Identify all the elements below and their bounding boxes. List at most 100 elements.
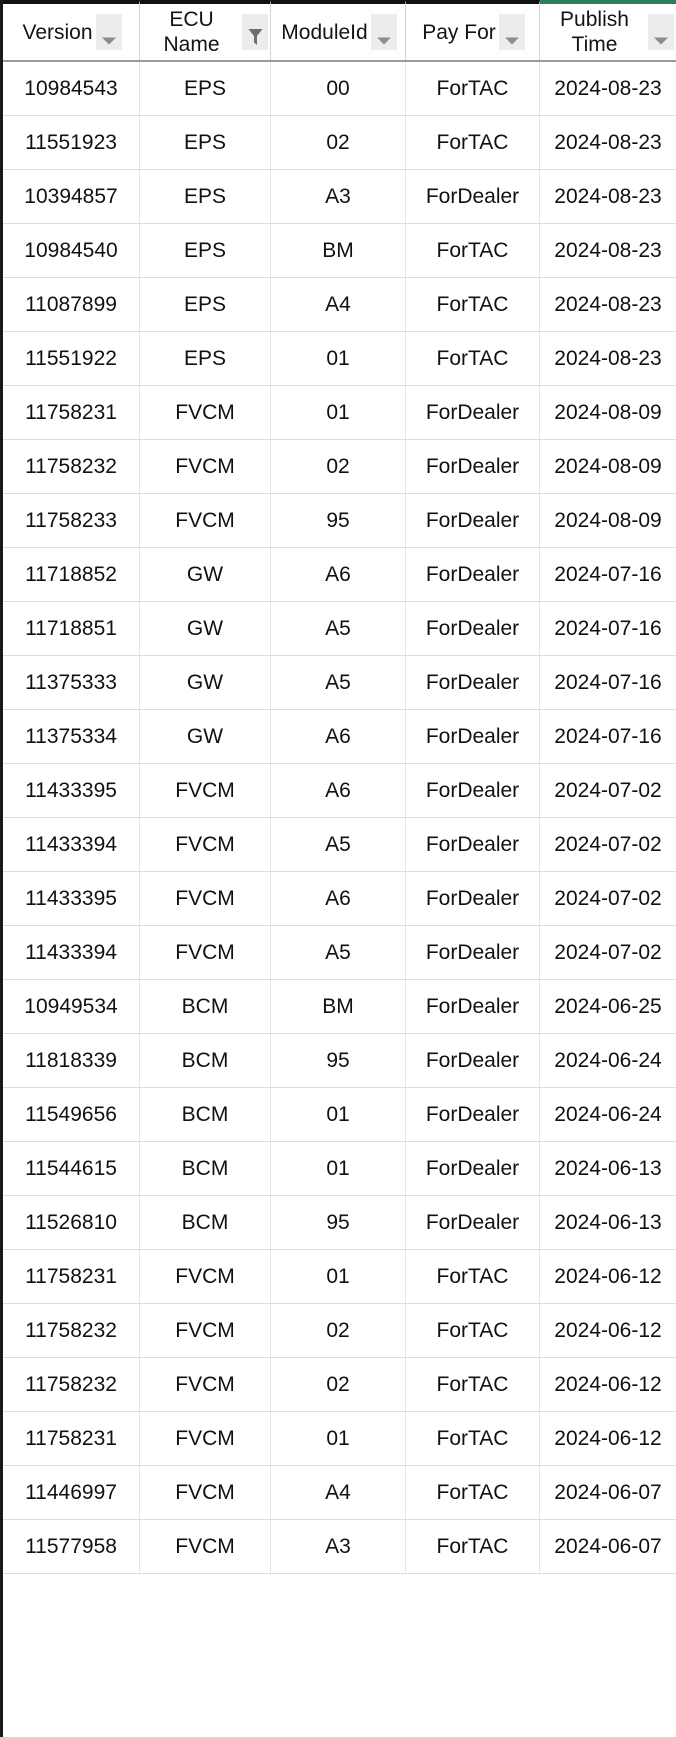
cell-publish-time: 2024-06-13 xyxy=(554,1156,662,1180)
cell-ecu-name: FVCM xyxy=(140,494,271,547)
ecu-version-data-grid: Version ECU Name ModuleId Pay For Publish Ti… xyxy=(0,0,676,1737)
column-header-version[interactable]: Version xyxy=(3,0,140,60)
table-row[interactable]: 11758232 FVCM 02 ForTAC 2024-06-12 xyxy=(3,1358,676,1412)
cell-ecu-name: FVCM xyxy=(140,440,271,493)
table-row[interactable]: 11433394 FVCM A5 ForDealer 2024-07-02 xyxy=(3,926,676,980)
cell-version: 10984543 xyxy=(3,62,140,115)
cell-publish-time: 2024-06-12 xyxy=(554,1426,662,1450)
table-row[interactable]: 11375333 GW A5 ForDealer 2024-07-16 xyxy=(3,656,676,710)
cell-version: 11375334 xyxy=(3,710,140,763)
table-row[interactable]: 11758231 FVCM 01 ForTAC 2024-06-12 xyxy=(3,1250,676,1304)
cell-version: 11446997 xyxy=(3,1466,140,1519)
table-row[interactable]: 11375334 GW A6 ForDealer 2024-07-16 xyxy=(3,710,676,764)
table-row[interactable]: 11758232 FVCM 02 ForTAC 2024-06-12 xyxy=(3,1304,676,1358)
cell-version: 11526810 xyxy=(3,1196,140,1249)
table-row[interactable]: 11551922 EPS 01 ForTAC 2024-08-23 xyxy=(3,332,676,386)
cell-publish-time: 2024-08-23 xyxy=(554,76,662,100)
table-row[interactable]: 11446997 FVCM A4 ForTAC 2024-06-07 xyxy=(3,1466,676,1520)
cell-module-id: 01 xyxy=(271,332,406,385)
cell-pay-for: ForDealer xyxy=(406,656,540,709)
cell-pay-for: ForDealer xyxy=(406,1034,540,1087)
cell-ecu-name: BCM xyxy=(140,1034,271,1087)
cell-module-id: A6 xyxy=(271,764,406,817)
cell-publish-time: 2024-07-16 xyxy=(554,670,662,694)
cell-pay-for: ForTAC xyxy=(406,1520,540,1573)
cell-ecu-name: EPS xyxy=(140,224,271,277)
cell-ecu-name: BCM xyxy=(140,1088,271,1141)
cell-pay-for: ForTAC xyxy=(406,332,540,385)
column-header-module-id[interactable]: ModuleId xyxy=(271,0,406,60)
table-row[interactable]: 11758231 FVCM 01 ForTAC 2024-06-12 xyxy=(3,1412,676,1466)
table-row[interactable]: 11818339 BCM 95 ForDealer 2024-06-24 xyxy=(3,1034,676,1088)
cell-ecu-name: FVCM xyxy=(140,1466,271,1519)
cell-ecu-name: EPS xyxy=(140,278,271,331)
column-header-label: Pay For xyxy=(422,20,496,44)
cell-version: 11549656 xyxy=(3,1088,140,1141)
cell-pay-for: ForDealer xyxy=(406,170,540,223)
table-header-row: Version ECU Name ModuleId Pay For Publish Ti… xyxy=(3,0,676,62)
cell-version: 11718852 xyxy=(3,548,140,601)
cell-version: 11087899 xyxy=(3,278,140,331)
cell-publish-time: 2024-07-02 xyxy=(554,940,662,964)
filter-funnel-icon[interactable] xyxy=(242,14,268,50)
cell-module-id: A5 xyxy=(271,656,406,709)
column-header-label: Version xyxy=(22,20,93,44)
table-row[interactable]: 11718851 GW A5 ForDealer 2024-07-16 xyxy=(3,602,676,656)
cell-ecu-name: EPS xyxy=(140,170,271,223)
table-row[interactable]: 11549656 BCM 01 ForDealer 2024-06-24 xyxy=(3,1088,676,1142)
table-row[interactable]: 11433395 FVCM A6 ForDealer 2024-07-02 xyxy=(3,764,676,818)
table-row[interactable]: 11758233 FVCM 95 ForDealer 2024-08-09 xyxy=(3,494,676,548)
cell-module-id: A5 xyxy=(271,926,406,979)
cell-version: 11758231 xyxy=(3,1250,140,1303)
cell-publish-time: 2024-08-09 xyxy=(554,454,662,478)
cell-publish-time: 2024-08-23 xyxy=(554,130,662,154)
cell-pay-for: ForDealer xyxy=(406,494,540,547)
table-row[interactable]: 10984540 EPS BM ForTAC 2024-08-23 xyxy=(3,224,676,278)
cell-publish-time: 2024-06-07 xyxy=(554,1534,662,1558)
cell-module-id: 00 xyxy=(271,62,406,115)
table-row[interactable]: 11577958 FVCM A3 ForTAC 2024-06-07 xyxy=(3,1520,676,1574)
chevron-down-icon[interactable] xyxy=(95,14,122,50)
cell-ecu-name: FVCM xyxy=(140,818,271,871)
cell-pay-for: ForDealer xyxy=(406,1142,540,1195)
table-row[interactable]: 10949534 BCM BM ForDealer 2024-06-25 xyxy=(3,980,676,1034)
cell-version: 11433395 xyxy=(3,872,140,925)
cell-version: 11433395 xyxy=(3,764,140,817)
table-row[interactable]: 11551923 EPS 02 ForTAC 2024-08-23 xyxy=(3,116,676,170)
table-row[interactable]: 10984543 EPS 00 ForTAC 2024-08-23 xyxy=(3,62,676,116)
cell-module-id: 01 xyxy=(271,386,406,439)
column-header-pay-for[interactable]: Pay For xyxy=(406,0,540,60)
table-row[interactable]: 11718852 GW A6 ForDealer 2024-07-16 xyxy=(3,548,676,602)
cell-pay-for: ForDealer xyxy=(406,980,540,1033)
table-row[interactable]: 10394857 EPS A3 ForDealer 2024-08-23 xyxy=(3,170,676,224)
cell-module-id: A6 xyxy=(271,872,406,925)
cell-module-id: A6 xyxy=(271,710,406,763)
table-row[interactable]: 11544615 BCM 01 ForDealer 2024-06-13 xyxy=(3,1142,676,1196)
cell-module-id: A6 xyxy=(271,548,406,601)
cell-module-id: 01 xyxy=(271,1250,406,1303)
cell-version: 11758232 xyxy=(3,1358,140,1411)
cell-publish-time: 2024-08-23 xyxy=(554,346,662,370)
cell-version: 11551923 xyxy=(3,116,140,169)
chevron-down-icon[interactable] xyxy=(648,14,674,50)
cell-version: 10984540 xyxy=(3,224,140,277)
chevron-down-icon[interactable] xyxy=(498,14,525,50)
cell-ecu-name: EPS xyxy=(140,116,271,169)
cell-module-id: 02 xyxy=(271,1304,406,1357)
table-row[interactable]: 11526810 BCM 95 ForDealer 2024-06-13 xyxy=(3,1196,676,1250)
column-header-label: ECU Name xyxy=(163,8,220,56)
cell-pay-for: ForTAC xyxy=(406,1412,540,1465)
table-row[interactable]: 11087899 EPS A4 ForTAC 2024-08-23 xyxy=(3,278,676,332)
table-row[interactable]: 11433395 FVCM A6 ForDealer 2024-07-02 xyxy=(3,872,676,926)
cell-publish-time: 2024-07-16 xyxy=(554,724,662,748)
table-row[interactable]: 11433394 FVCM A5 ForDealer 2024-07-02 xyxy=(3,818,676,872)
cell-pay-for: ForDealer xyxy=(406,764,540,817)
table-body: 10984543 EPS 00 ForTAC 2024-08-23 11551923 EPS… xyxy=(3,62,676,1574)
table-row[interactable]: 11758231 FVCM 01 ForDealer 2024-08-09 xyxy=(3,386,676,440)
column-header-ecu-name[interactable]: ECU Name xyxy=(140,0,271,60)
column-header-publish-time[interactable]: Publish Time xyxy=(540,0,676,60)
column-header-label: Publish Time xyxy=(560,8,629,56)
chevron-down-icon[interactable] xyxy=(370,14,397,50)
table-row[interactable]: 11758232 FVCM 02 ForDealer 2024-08-09 xyxy=(3,440,676,494)
cell-module-id: 95 xyxy=(271,494,406,547)
